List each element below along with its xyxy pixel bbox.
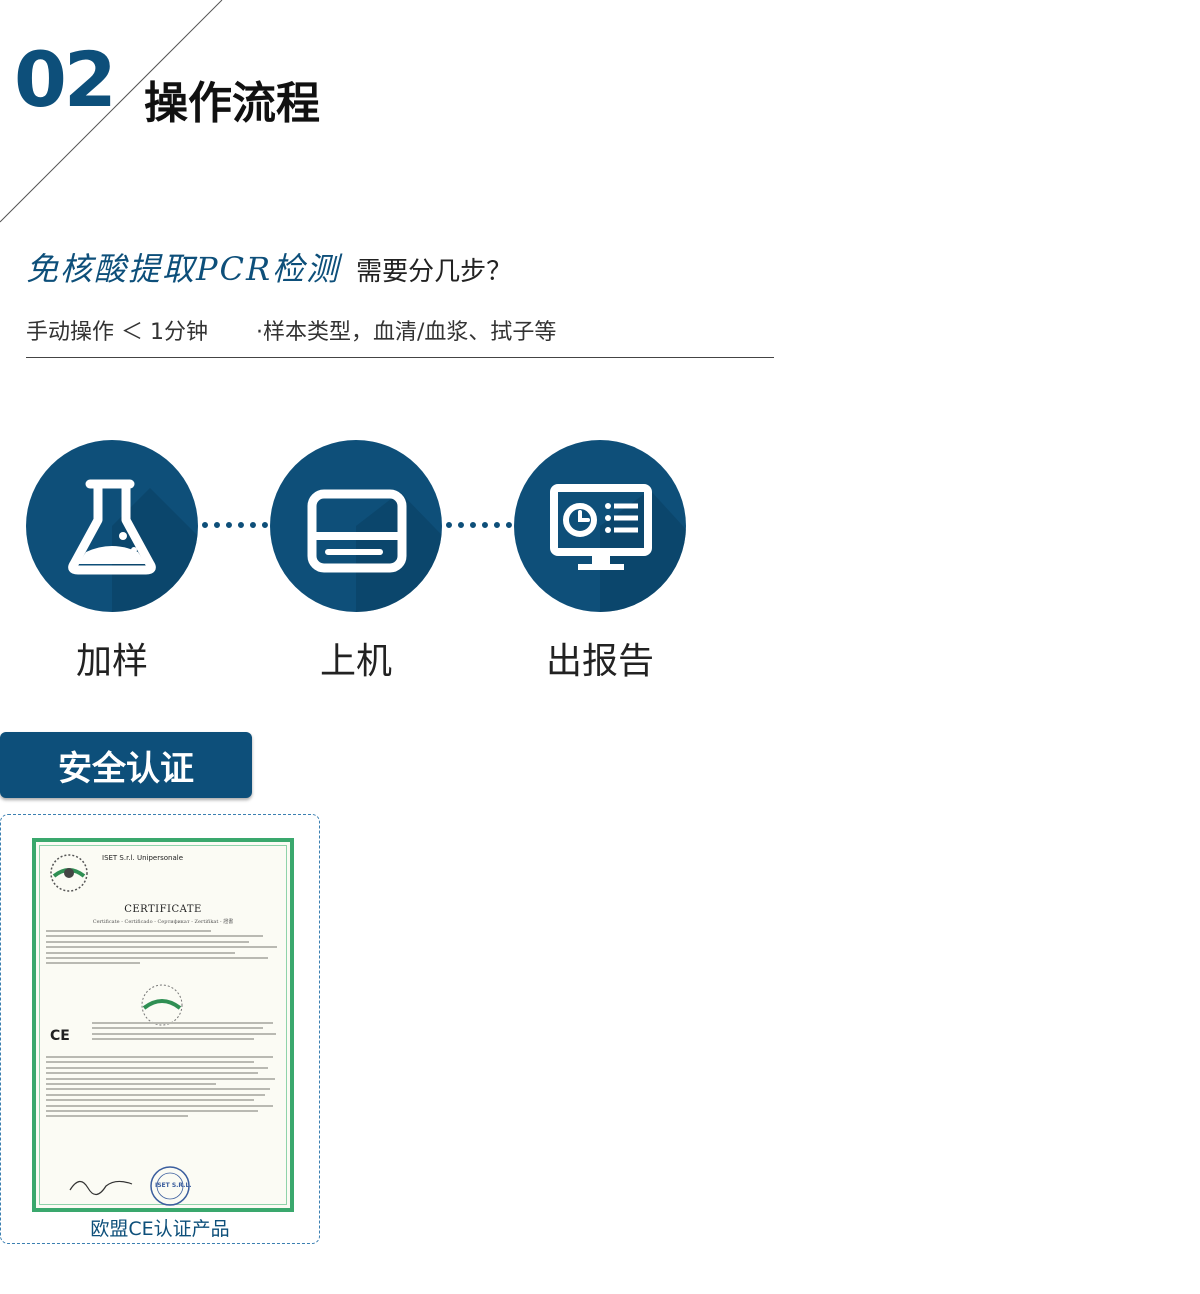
- section-title: 操作流程: [144, 78, 320, 129]
- sample-type-text: ·样本类型，血清/血浆、拭子等: [255, 320, 557, 345]
- iset-logo-icon: [50, 854, 88, 892]
- step-load-instrument: [270, 440, 442, 612]
- certificate-body-lines: [46, 930, 282, 968]
- certificate-title: CERTIFICATE: [124, 904, 202, 915]
- monitor-report-icon: [550, 484, 686, 612]
- ce-mark-icon: CE: [50, 1028, 70, 1044]
- signature-icon: [69, 1180, 133, 1196]
- step-connector: [202, 522, 268, 528]
- question-emphasis: 免核酸提取PCR检测: [26, 250, 341, 288]
- certificate-subtitle: Certificate - Certificado - Сертификат -…: [92, 919, 234, 925]
- question-tail: 需要分几步？: [356, 257, 513, 287]
- step-label-load-instrument: 上机: [319, 641, 392, 682]
- certificate-caption: 欧盟CE认证产品: [90, 1218, 230, 1240]
- divider: [26, 357, 774, 358]
- certificate-body-lines: [46, 1056, 282, 1121]
- official-stamp-text: ISET S.R.L.: [155, 1182, 192, 1189]
- question-heading: 免核酸提取PCR检测 需要分几步？: [26, 244, 512, 288]
- certification-badge: 安全认证: [0, 732, 252, 798]
- certificate-body-lines: [92, 1022, 282, 1044]
- step-label-add-sample: 加样: [75, 641, 148, 682]
- certificate-issuer: ISET S.r.l. Unipersonale: [102, 854, 183, 862]
- flask-icon: [68, 479, 198, 612]
- step-label-report: 出报告: [545, 641, 654, 682]
- ce-certificate-image: ISET S.r.l. Unipersonale CERTIFICATE Cer…: [32, 838, 294, 1212]
- step-connector: [446, 522, 512, 528]
- step-add-sample: [26, 440, 198, 612]
- info-row: 手动操作 ＜ 1分钟 ·样本类型，血清/血浆、拭子等: [26, 314, 556, 346]
- operation-time-text: 手动操作 ＜ 1分钟: [26, 320, 208, 345]
- step-report: [514, 440, 686, 612]
- instrument-icon: [307, 489, 442, 612]
- section-number: 02: [14, 35, 117, 124]
